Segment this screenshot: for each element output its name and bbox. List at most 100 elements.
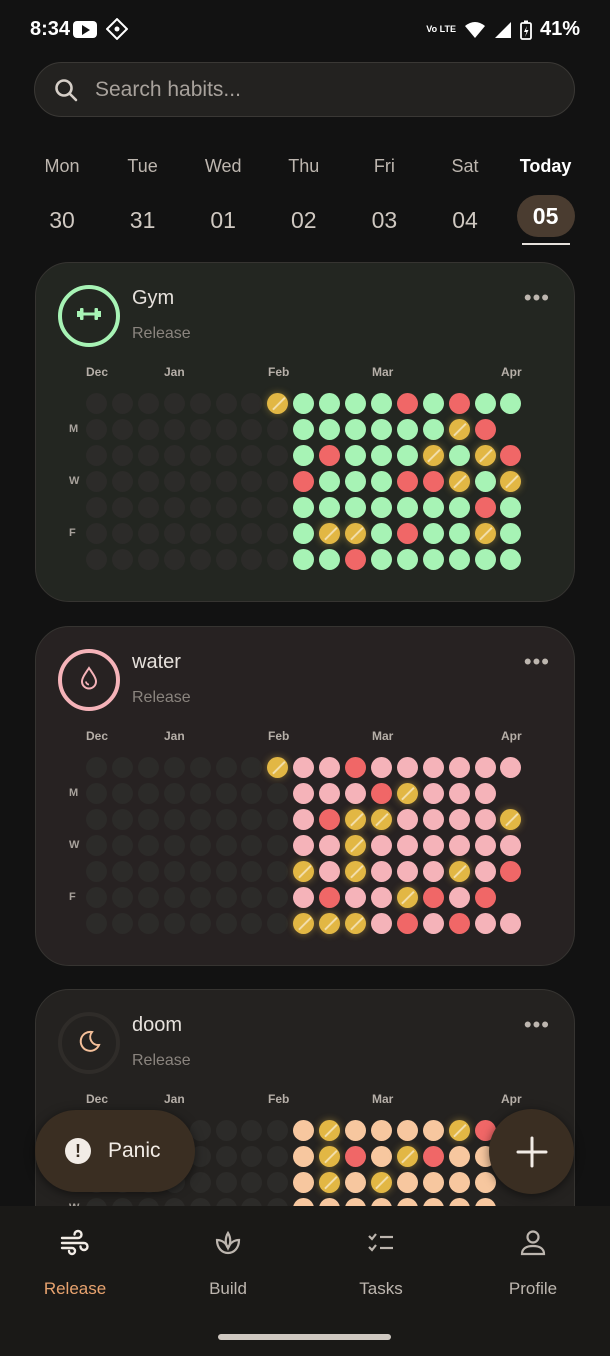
day-cell-empty[interactable]	[189, 757, 211, 778]
day-cell-empty[interactable]	[241, 497, 263, 518]
day-cell-done[interactable]	[293, 497, 315, 518]
day-cell-done[interactable]	[500, 757, 522, 778]
day-cell-skipped[interactable]	[474, 523, 496, 544]
day-cell-done[interactable]	[345, 445, 366, 466]
day-cell-done[interactable]	[396, 497, 418, 518]
day-cell-empty[interactable]	[267, 861, 289, 882]
day-sat[interactable]: Sat 04	[425, 156, 505, 241]
day-cell-done[interactable]	[448, 783, 470, 804]
day-cell-empty[interactable]	[163, 835, 185, 856]
day-cell-empty[interactable]	[267, 471, 289, 492]
day-cell-done[interactable]	[422, 757, 444, 778]
day-cell-empty[interactable]	[189, 861, 211, 882]
day-cell-empty[interactable]	[111, 913, 133, 934]
day-cell-empty[interactable]	[111, 419, 133, 440]
day-cell-skipped[interactable]	[500, 809, 522, 830]
day-cell-missed[interactable]	[370, 783, 392, 804]
search-bar[interactable]: Search habits...	[34, 62, 575, 117]
day-cell-done[interactable]	[293, 393, 315, 414]
day-cell-done[interactable]	[319, 471, 341, 492]
day-cell-skipped[interactable]	[345, 861, 366, 882]
day-cell-empty[interactable]	[86, 419, 107, 440]
day-cell-skipped[interactable]	[345, 835, 366, 856]
day-cell-skipped[interactable]	[448, 471, 470, 492]
day-cell-done[interactable]	[396, 757, 418, 778]
day-cell-empty[interactable]	[111, 887, 133, 908]
day-cell-empty[interactable]	[111, 757, 133, 778]
day-cell-empty[interactable]	[189, 471, 211, 492]
day-cell-skipped[interactable]	[370, 1172, 392, 1193]
day-cell-empty[interactable]	[189, 445, 211, 466]
day-cell-empty[interactable]	[189, 419, 211, 440]
add-habit-button[interactable]	[489, 1109, 574, 1194]
day-cell-empty[interactable]	[189, 1198, 211, 1206]
day-cell-empty[interactable]	[137, 445, 159, 466]
day-cell-done[interactable]	[370, 1198, 392, 1206]
day-cell-empty[interactable]	[189, 497, 211, 518]
day-cell-missed[interactable]	[474, 419, 496, 440]
day-cell-empty[interactable]	[163, 1198, 185, 1206]
day-cell-missed[interactable]	[474, 497, 496, 518]
day-cell-empty[interactable]	[137, 419, 159, 440]
day-cell-skipped[interactable]	[319, 1120, 341, 1141]
day-cell-empty[interactable]	[137, 783, 159, 804]
day-cell-skipped[interactable]	[448, 861, 470, 882]
day-cell-empty[interactable]	[267, 783, 289, 804]
day-cell-done[interactable]	[319, 419, 341, 440]
nav-release[interactable]: Release	[15, 1226, 135, 1299]
day-cell-skipped[interactable]	[396, 887, 418, 908]
day-cell-missed[interactable]	[396, 523, 418, 544]
day-cell-done[interactable]	[474, 861, 496, 882]
day-cell-empty[interactable]	[137, 809, 159, 830]
day-cell-empty[interactable]	[215, 757, 237, 778]
day-cell-done[interactable]	[319, 549, 341, 570]
day-cell-empty[interactable]	[86, 471, 107, 492]
day-cell-skipped[interactable]	[319, 1146, 341, 1167]
day-cell-empty[interactable]	[137, 471, 159, 492]
day-cell-empty[interactable]	[86, 757, 107, 778]
day-cell-empty[interactable]	[111, 549, 133, 570]
day-cell-done[interactable]	[422, 549, 444, 570]
day-cell-done[interactable]	[500, 523, 522, 544]
day-cell-done[interactable]	[396, 549, 418, 570]
day-cell-empty[interactable]	[163, 471, 185, 492]
day-cell-empty[interactable]	[189, 783, 211, 804]
day-cell-done[interactable]	[396, 861, 418, 882]
day-cell-missed[interactable]	[422, 887, 444, 908]
day-cell-empty[interactable]	[241, 861, 263, 882]
day-cell-done[interactable]	[474, 1172, 496, 1193]
day-cell-empty[interactable]	[267, 497, 289, 518]
panic-button[interactable]: ! Panic	[35, 1110, 195, 1192]
day-cell-done[interactable]	[500, 497, 522, 518]
day-cell-empty[interactable]	[86, 887, 107, 908]
day-cell-done[interactable]	[319, 757, 341, 778]
day-cell-skipped[interactable]	[422, 445, 444, 466]
home-indicator[interactable]	[218, 1334, 391, 1340]
day-cell-done[interactable]	[448, 1198, 470, 1206]
day-cell-empty[interactable]	[189, 835, 211, 856]
day-cell-done[interactable]	[319, 835, 341, 856]
day-fri[interactable]: Fri 03	[344, 156, 424, 241]
day-cell-empty[interactable]	[163, 393, 185, 414]
day-cell-empty[interactable]	[137, 523, 159, 544]
day-cell-done[interactable]	[422, 835, 444, 856]
day-cell-skipped[interactable]	[396, 1146, 418, 1167]
day-cell-empty[interactable]	[241, 471, 263, 492]
day-cell-missed[interactable]	[396, 913, 418, 934]
day-cell-done[interactable]	[345, 497, 366, 518]
day-cell-done[interactable]	[448, 1172, 470, 1193]
nav-tasks[interactable]: Tasks	[321, 1226, 441, 1299]
day-cell-done[interactable]	[345, 1172, 366, 1193]
day-cell-empty[interactable]	[137, 913, 159, 934]
day-cell-done[interactable]	[293, 835, 315, 856]
day-cell-empty[interactable]	[86, 445, 107, 466]
day-cell-empty[interactable]	[215, 1146, 237, 1167]
day-cell-empty[interactable]	[241, 1146, 263, 1167]
day-cell-done[interactable]	[370, 861, 392, 882]
day-cell-empty[interactable]	[215, 393, 237, 414]
day-cell-empty[interactable]	[163, 913, 185, 934]
day-cell-empty[interactable]	[111, 523, 133, 544]
day-cell-empty[interactable]	[241, 913, 263, 934]
day-cell-done[interactable]	[422, 1198, 444, 1206]
day-cell-done[interactable]	[293, 887, 315, 908]
